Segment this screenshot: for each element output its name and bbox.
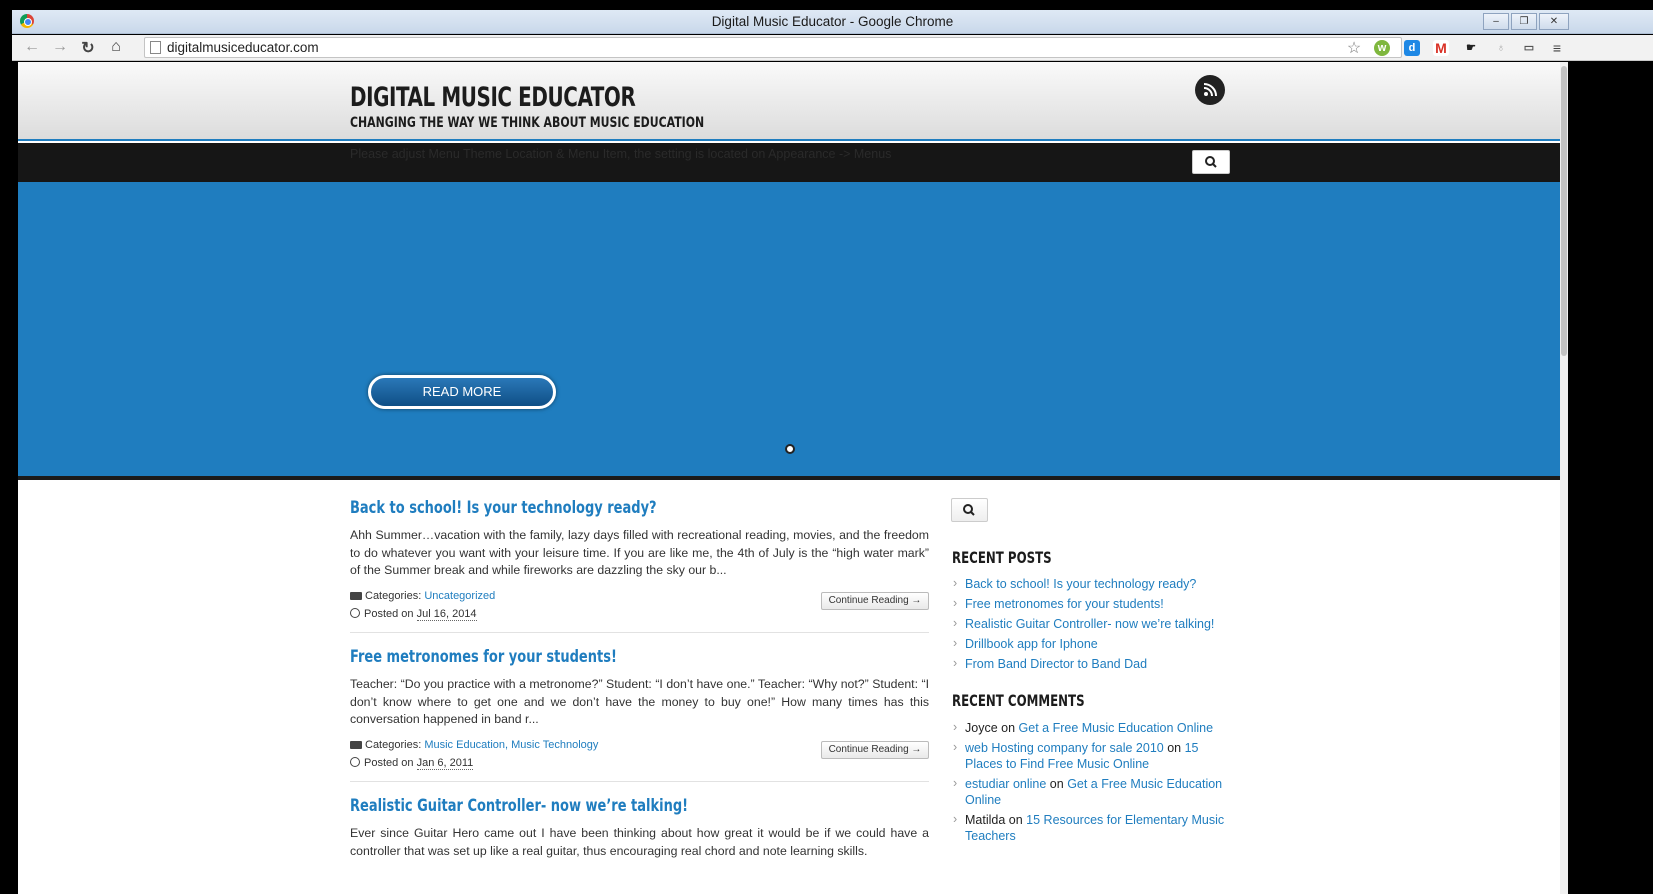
comment-on: on — [1167, 741, 1182, 755]
sidebar-search-button[interactable] — [951, 498, 988, 522]
recent-post-link[interactable]: Realistic Guitar Controller- now we’re t… — [952, 616, 1232, 637]
menu-icon[interactable]: ≡ — [1549, 40, 1565, 56]
recent-post-link[interactable]: Drillbook app for Iphone — [952, 636, 1232, 657]
extension-d-icon[interactable]: d — [1404, 40, 1420, 56]
continue-reading-button[interactable]: Continue Reading → — [821, 740, 929, 759]
site-title[interactable]: DIGITAL MUSIC EDUCATOR — [350, 82, 636, 113]
minimize-button[interactable]: ‒ — [1483, 13, 1509, 30]
clock-icon — [350, 756, 360, 767]
address-bar[interactable]: digitalmusiceducator.com — [144, 37, 1402, 58]
recent-posts-list: Back to school! Is your technology ready… — [952, 576, 1232, 677]
extension-hand-icon[interactable]: ☛ — [1463, 40, 1479, 56]
recent-comment-item: web Hosting company for sale 2010 on 15 … — [952, 739, 1232, 772]
gmail-icon[interactable]: M — [1433, 40, 1449, 56]
page-icon — [150, 41, 161, 54]
comment-author-link[interactable]: web Hosting company for sale 2010 — [965, 741, 1164, 755]
window-title: Digital Music Educator - Google Chrome — [711, 14, 954, 29]
scrollbar-thumb[interactable] — [1561, 66, 1567, 356]
posted-label: Posted on — [364, 756, 414, 769]
browser-window: Digital Music Educator - Google Chrome ‒… — [0, 0, 1653, 894]
recent-post-link[interactable]: From Band Director to Band Dad — [952, 656, 1232, 677]
back-arrow-icon[interactable]: ← — [22, 38, 42, 56]
recent-comments-list: Joyce on Get a Free Music Education Onli… — [952, 719, 1232, 848]
post-item: Free metronomes for your students! Teach… — [350, 647, 929, 773]
categories-label: Categories: — [365, 738, 422, 751]
category-link[interactable]: Uncategorized — [424, 590, 495, 602]
web-page: DIGITAL MUSIC EDUCATOR CHANGING THE WAY … — [18, 62, 1560, 894]
post-excerpt: Ahh Summer…vacation with the family, laz… — [350, 528, 929, 577]
categories-label: Categories: — [365, 589, 422, 602]
recent-comments-title: RECENT COMMENTS — [952, 691, 1085, 710]
post-title[interactable]: Back to school! Is your technology ready… — [350, 498, 842, 518]
hero-slider: READ MORE — [18, 182, 1560, 480]
folder-icon — [350, 740, 362, 749]
rss-icon[interactable] — [1195, 75, 1225, 105]
extension-balloon-icon[interactable]: ♁ — [1493, 40, 1509, 56]
forward-arrow-icon[interactable]: → — [50, 38, 70, 56]
close-window-button[interactable]: ✕ — [1539, 13, 1569, 30]
post-divider — [350, 781, 929, 782]
comment-on: on — [1001, 721, 1016, 735]
site-tagline: CHANGING THE WAY WE THINK ABOUT MUSIC ED… — [350, 115, 705, 131]
browser-toolbar: ← → ↻ ⌂ digitalmusiceducator.com ☆ w d M… — [12, 35, 1653, 61]
post-title[interactable]: Realistic Guitar Controller- now we’re t… — [350, 796, 842, 816]
recent-post-link[interactable]: Back to school! Is your technology ready… — [952, 576, 1232, 597]
posted-label: Posted on — [364, 607, 414, 620]
recent-comment-item: Joyce on Get a Free Music Education Onli… — [952, 719, 1232, 736]
recent-comment-item: Matilda on 15 Resources for Elementary M… — [952, 811, 1232, 844]
address-url: digitalmusiceducator.com — [167, 40, 319, 55]
comment-on: on — [1008, 813, 1023, 827]
recent-posts-title: RECENT POSTS — [952, 548, 1052, 567]
main-menu-bar: Please adjust Menu Theme Location & Menu… — [18, 143, 1560, 182]
extension-w-icon[interactable]: w — [1374, 40, 1390, 56]
menu-notice: Please adjust Menu Theme Location & Menu… — [350, 147, 892, 161]
home-icon[interactable]: ⌂ — [106, 38, 126, 56]
comment-author: Joyce — [965, 721, 998, 735]
clock-icon — [350, 607, 360, 618]
site-header: DIGITAL MUSIC EDUCATOR CHANGING THE WAY … — [18, 62, 1560, 141]
read-more-button[interactable]: READ MORE — [368, 375, 556, 409]
post-item: Realistic Guitar Controller- now we’re t… — [350, 796, 929, 860]
comment-author: Matilda — [965, 813, 1006, 827]
folder-icon — [350, 591, 362, 600]
continue-reading-button[interactable]: Continue Reading → — [821, 591, 929, 610]
post-date: Jul 16, 2014 — [416, 607, 477, 621]
window-titlebar: Digital Music Educator - Google Chrome ‒… — [12, 10, 1653, 34]
comment-author-link[interactable]: estudiar online — [965, 777, 1046, 791]
post-excerpt: Ever since Guitar Hero came out I have b… — [350, 826, 929, 858]
search-icon — [963, 504, 975, 516]
reload-icon[interactable]: ↻ — [78, 38, 98, 58]
menu-search-button[interactable] — [1192, 150, 1230, 174]
bookmark-star-icon[interactable]: ☆ — [1344, 38, 1364, 58]
post-meta: Categories: Music Education, Music Techn… — [350, 739, 929, 773]
post-date: Jan 6, 2011 — [416, 756, 474, 770]
post-item: Back to school! Is your technology ready… — [350, 498, 929, 624]
slider-dot[interactable] — [785, 444, 795, 454]
post-excerpt: Teacher: “Do you practice with a metrono… — [350, 677, 929, 726]
recent-post-link[interactable]: Free metronomes for your students! — [952, 596, 1232, 617]
search-icon — [1205, 156, 1217, 168]
post-divider — [350, 632, 929, 633]
cast-icon[interactable]: ▭ — [1521, 40, 1537, 56]
post-title[interactable]: Free metronomes for your students! — [350, 647, 842, 667]
comment-on: on — [1049, 777, 1064, 791]
category-link[interactable]: Music Education, Music Technology — [424, 739, 598, 751]
comment-post-link[interactable]: Get a Free Music Education Online — [1019, 721, 1214, 735]
recent-comment-item: estudiar online on Get a Free Music Educ… — [952, 775, 1232, 808]
post-meta: Categories: Uncategorized Posted on Jul … — [350, 590, 929, 624]
restore-button[interactable]: ❐ — [1511, 13, 1537, 30]
